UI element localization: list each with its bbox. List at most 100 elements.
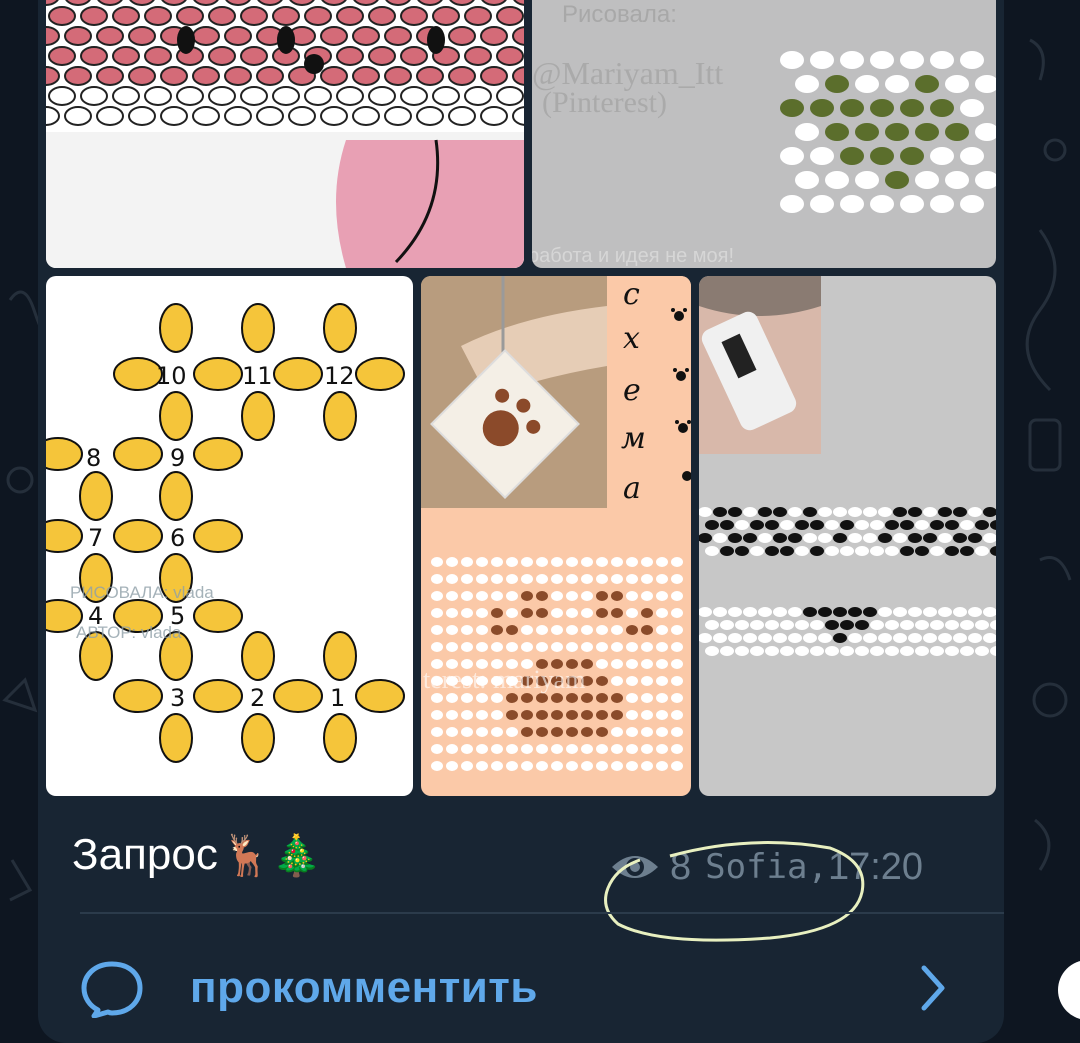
bead [476,693,488,703]
bead [446,557,458,567]
schema-letter: с [623,277,640,312]
bead [713,633,727,643]
comments-button[interactable]: прокомментить [80,938,980,1038]
bead [96,66,124,86]
bead [713,507,727,517]
bead [446,710,458,720]
bead [496,46,524,66]
bead [990,546,996,556]
bead [521,574,533,584]
bead [780,646,794,656]
bead [915,646,929,656]
bead [983,633,996,643]
bead [491,574,503,584]
bead [945,546,959,556]
bead [728,633,742,643]
bead-number: 8 [86,444,101,472]
bead [304,54,324,74]
bead [863,633,877,643]
media-tile-paw-pattern[interactable]: с х е м а terest: mariyam [421,276,691,796]
bead [656,727,668,737]
bead [773,607,787,617]
bead [506,591,518,601]
bead [113,437,163,471]
bead [671,574,683,584]
bead [818,533,832,543]
bead [930,520,944,530]
bead [323,713,357,763]
bead [431,761,443,771]
bead [144,6,172,26]
bead [400,86,428,106]
bead [506,608,518,618]
bead [491,710,503,720]
bead [336,6,364,26]
bead [885,546,899,556]
bead [80,46,108,66]
media-tile-yellow-pattern[interactable]: 10 11 12 8 9 7 6 4 5 3 2 1 РИСОВАЛА: vla… [46,276,413,796]
bead [923,533,937,543]
bead [596,591,608,601]
bead [581,744,593,754]
bead [491,625,503,635]
bead [323,303,357,353]
bead [900,51,924,69]
comment-bubble-icon [81,961,143,1018]
bead [750,520,764,530]
bead [671,761,683,771]
bead [908,607,922,617]
bead [671,693,683,703]
bead [750,546,764,556]
bead [773,507,787,517]
bead [355,679,405,713]
bead [159,471,193,521]
bead [983,607,996,617]
bead [945,75,969,93]
bead [720,646,734,656]
bead [626,625,638,635]
media-tile-ring-pattern[interactable] [699,276,996,796]
bead [611,761,623,771]
bead [432,86,460,106]
bead [128,66,156,86]
bead [915,546,929,556]
bead [432,6,460,26]
bead [788,607,802,617]
bead [320,66,348,86]
bead [461,727,473,737]
media-tile-pink-pattern[interactable] [46,0,524,268]
bead [855,123,879,141]
bead [626,642,638,652]
bead [930,99,954,117]
bead [885,646,899,656]
bead [885,620,899,630]
bead [900,620,914,630]
bead [795,75,819,93]
bead [626,591,638,601]
bead-number: 1 [330,684,345,712]
bead [491,761,503,771]
bead [795,123,819,141]
bead [491,744,503,754]
bead [596,574,608,584]
bead [728,533,742,543]
bead [810,520,824,530]
bead [536,693,548,703]
bead [481,0,507,6]
bead [551,727,563,737]
bead [923,633,937,643]
bead [870,520,884,530]
bead [990,646,996,656]
bead [915,520,929,530]
bead [506,574,518,584]
bead [611,693,623,703]
bead [735,520,749,530]
bead [446,744,458,754]
bead [656,608,668,618]
bead [431,642,443,652]
bead [192,26,220,46]
media-tile-green-pattern[interactable]: Рисовала: @Mariyam_Itt (Pinterest) работ… [532,0,996,268]
bead [48,6,76,26]
bead [855,646,869,656]
bead [885,171,909,189]
